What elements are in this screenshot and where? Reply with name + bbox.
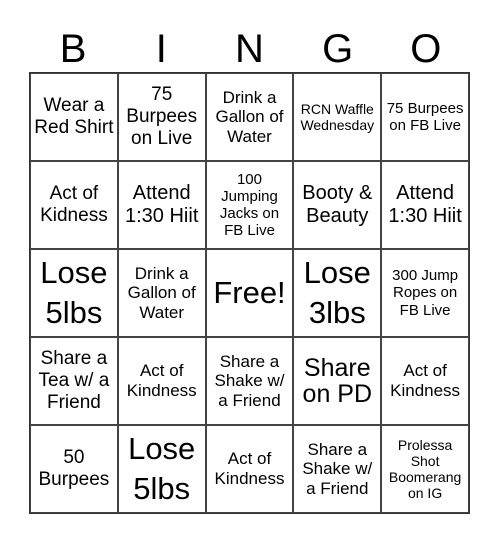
- bingo-cell[interactable]: Share a Tea w/ a Friend: [30, 337, 118, 425]
- bingo-cell[interactable]: Act of Kindness: [117, 337, 206, 425]
- bingo-cell[interactable]: RCN Waffle Wednesday: [293, 73, 382, 161]
- bingo-header: B I N G O: [29, 24, 470, 74]
- bingo-cell[interactable]: Lose 3lbs: [293, 249, 382, 337]
- bingo-cell[interactable]: 75 Burpees on FB Live: [381, 73, 469, 161]
- bingo-cell[interactable]: Wear a Red Shirt: [30, 73, 118, 161]
- bingo-cell[interactable]: 75 Burpees on Live: [117, 73, 206, 161]
- bingo-cell[interactable]: Drink a Gallon of Water: [117, 249, 206, 337]
- bingo-cell[interactable]: Prolessa Shot Boomerang on IG: [381, 425, 469, 513]
- bingo-cell[interactable]: Lose 5lbs: [30, 249, 118, 337]
- bingo-cell[interactable]: Act of Kidness: [30, 161, 118, 249]
- bingo-cell[interactable]: Act of Kindness: [205, 425, 294, 513]
- bingo-cell[interactable]: Act of Kindness: [381, 337, 469, 425]
- header-letter-o: O: [410, 27, 442, 71]
- bingo-cell[interactable]: Attend 1:30 Hiit: [381, 161, 469, 249]
- bingo-cell[interactable]: Share a Shake w/ a Friend: [205, 337, 294, 425]
- bingo-grid: Wear a Red Shirt 75 Burpees on Live Drin…: [29, 72, 470, 514]
- bingo-cell[interactable]: 100 Jumping Jacks on FB Live: [205, 161, 294, 249]
- bingo-cell[interactable]: Booty & Beauty: [293, 161, 382, 249]
- bingo-cell[interactable]: 50 Burpees: [30, 425, 118, 513]
- bingo-cell[interactable]: Share on PD: [293, 337, 382, 425]
- bingo-cell[interactable]: 300 Jump Ropes on FB Live: [381, 249, 469, 337]
- free-space-cell[interactable]: Free!: [205, 249, 294, 337]
- bingo-cell[interactable]: Share a Shake w/ a Friend: [293, 425, 382, 513]
- header-letter-i: I: [155, 27, 167, 71]
- header-letter-g: G: [322, 27, 354, 71]
- bingo-cell[interactable]: Lose 5lbs: [117, 425, 206, 513]
- bingo-cell[interactable]: Drink a Gallon of Water: [205, 73, 294, 161]
- header-letter-b: B: [59, 27, 87, 71]
- header-letter-n: N: [235, 27, 264, 71]
- bingo-cell[interactable]: Attend 1:30 Hiit: [117, 161, 206, 249]
